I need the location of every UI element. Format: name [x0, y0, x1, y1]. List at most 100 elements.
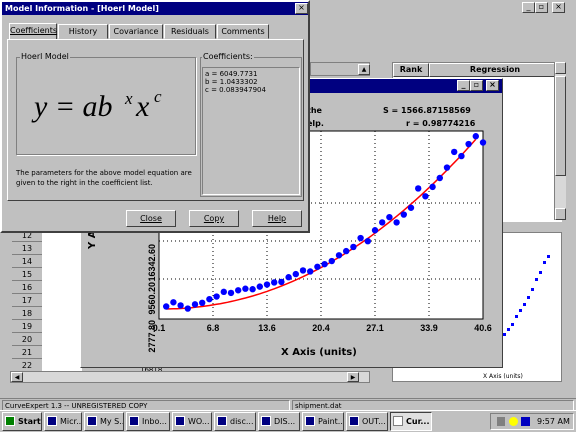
row-number: 15 — [12, 268, 42, 281]
row-number: 14 — [12, 255, 42, 268]
taskbar-button[interactable]: Micr... — [44, 412, 82, 431]
data-point — [328, 257, 335, 265]
row-number: 13 — [12, 242, 42, 255]
data-point — [415, 185, 422, 192]
data-point — [235, 287, 242, 294]
svg-text:x: x — [124, 89, 133, 108]
coef-c: c = 0.083947904 — [205, 86, 266, 94]
data-point — [479, 139, 487, 146]
data-point — [227, 289, 235, 297]
inbox-icon — [129, 416, 139, 426]
y-tick-label: 9560.20 — [147, 282, 157, 315]
data-point — [393, 219, 400, 226]
dialog-titlebar[interactable]: Model Information - [Hoerl Model] — [2, 2, 308, 15]
taskbar-button[interactable]: My S... — [84, 412, 124, 431]
taskbar-button-active[interactable]: Cur... — [390, 412, 432, 431]
computer-icon — [87, 416, 97, 426]
row-number: 17 — [12, 294, 42, 307]
data-point — [177, 302, 184, 309]
tab-coefficients[interactable]: Coefficients — [9, 23, 57, 40]
data-point — [429, 183, 436, 191]
x-tick-label: 27.1 — [366, 323, 384, 333]
taskbar-button[interactable]: disc... — [214, 412, 256, 431]
row-numbers: 12 13 14 15 16 17 18 19 20 21 22 — [10, 229, 42, 374]
data-point — [184, 305, 191, 312]
tab-comments[interactable]: Comments — [217, 24, 269, 39]
y-tick-label: 16342.60 — [147, 244, 157, 282]
combo-arrow[interactable]: ▲ — [358, 64, 370, 75]
data-point — [357, 234, 364, 242]
y-tick-label: 2777.80 — [147, 320, 157, 353]
data-point — [314, 263, 321, 270]
data-point — [371, 227, 379, 234]
paint-icon — [305, 416, 315, 426]
data-point — [256, 283, 263, 290]
row-number: 18 — [12, 307, 42, 320]
data-point — [170, 299, 177, 306]
data-grid[interactable] — [42, 229, 82, 371]
tab-residuals[interactable]: Residuals — [164, 24, 216, 39]
outlook-icon — [349, 416, 359, 426]
scroll-right-arrow[interactable]: ▶ — [347, 372, 359, 382]
data-point — [472, 133, 479, 140]
thumbnail-x-label: X Axis (units) — [483, 373, 523, 380]
x-tick-label: 33.9 — [420, 323, 438, 333]
data-point — [465, 140, 472, 148]
regression-header[interactable]: Regression — [429, 63, 561, 77]
scroll-left-arrow[interactable]: ◀ — [11, 372, 23, 382]
data-point — [407, 204, 415, 211]
mdi-controls: _ ▫ × — [522, 2, 574, 16]
dialog-close-button[interactable]: × — [295, 3, 308, 14]
data-point — [386, 213, 393, 221]
data-point — [220, 288, 227, 296]
taskbar-button[interactable]: WO... — [172, 412, 212, 431]
data-point — [163, 303, 170, 310]
taskbar-label: My S... — [100, 417, 123, 426]
data-point — [400, 211, 407, 218]
model-equation: y = ab x x c — [31, 87, 162, 123]
row-number: 16 — [12, 281, 42, 294]
data-point — [191, 301, 199, 308]
data-point — [278, 278, 285, 286]
data-point — [458, 152, 465, 160]
document-icon — [217, 416, 227, 426]
speaker-icon[interactable] — [497, 417, 505, 426]
data-point — [364, 237, 371, 245]
document-icon — [261, 416, 271, 426]
network-icon[interactable] — [521, 417, 530, 426]
data-point — [436, 174, 443, 182]
data-point — [307, 268, 314, 275]
tab-history[interactable]: History — [58, 24, 108, 39]
svg-text:x: x — [135, 90, 150, 123]
horizontal-scrollbar[interactable]: ◀ ▶ — [10, 371, 370, 383]
taskbar-button[interactable]: Paint... — [302, 412, 344, 431]
close-button[interactable]: Close — [126, 210, 176, 227]
taskbar-button[interactable]: OUT... — [346, 412, 388, 431]
system-tray: 9:57 AM — [490, 413, 574, 430]
rank-header[interactable]: Rank — [393, 63, 429, 77]
tab-covariance[interactable]: Covariance — [109, 24, 163, 39]
start-label: Start — [18, 417, 41, 426]
taskbar-label: Inbo... — [142, 417, 167, 426]
mdi-minimize-button[interactable]: _ — [522, 2, 535, 13]
coef-b: b = 1.0433302 — [205, 78, 258, 86]
row-number: 21 — [12, 346, 42, 359]
mdi-restore-button[interactable]: ▫ — [535, 2, 548, 13]
tray-icon[interactable] — [509, 417, 518, 426]
data-point — [451, 148, 458, 156]
help-button[interactable]: Help — [252, 210, 302, 227]
taskbar-button[interactable]: DIS... — [258, 412, 300, 431]
start-button[interactable]: Start — [2, 412, 42, 431]
data-point — [292, 270, 299, 278]
windows-logo-icon — [5, 416, 15, 426]
x-tick-label: 20.4 — [312, 323, 330, 333]
coefficient-list[interactable]: a = 6049.7731 b = 1.0433302 c = 0.083947… — [202, 67, 300, 195]
model-description: The parameters for the above model equat… — [16, 169, 192, 187]
mdi-close-button[interactable]: × — [552, 2, 565, 13]
x-tick-label: 6.8 — [207, 323, 220, 333]
copy-button[interactable]: Copy — [189, 210, 239, 227]
svg-text:c: c — [154, 87, 162, 106]
taskbar-button[interactable]: Inbo... — [126, 412, 170, 431]
results-scrollbar[interactable] — [554, 62, 566, 220]
data-point — [206, 295, 213, 303]
